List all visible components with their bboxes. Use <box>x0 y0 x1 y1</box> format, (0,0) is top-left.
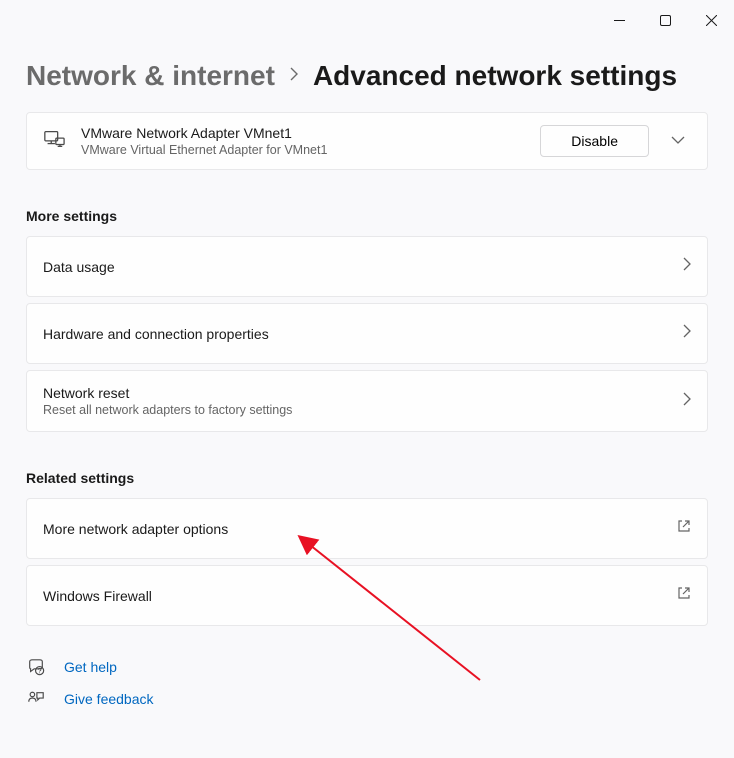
row-data-usage[interactable]: Data usage <box>26 236 708 297</box>
row-label: More network adapter options <box>43 521 661 537</box>
minimize-icon <box>614 15 625 26</box>
chevron-down-icon[interactable] <box>665 132 691 150</box>
maximize-button[interactable] <box>642 8 688 32</box>
row-network-reset[interactable]: Network reset Reset all network adapters… <box>26 370 708 432</box>
chevron-right-icon <box>683 392 691 411</box>
breadcrumb-parent[interactable]: Network & internet <box>26 60 275 92</box>
help-icon <box>26 658 46 676</box>
link-label: Get help <box>64 659 117 675</box>
adapter-text: VMware Network Adapter VMnet1 VMware Vir… <box>81 125 524 157</box>
maximize-icon <box>660 15 671 26</box>
footer-links: Get help Give feedback <box>26 658 708 708</box>
breadcrumb: Network & internet Advanced network sett… <box>26 60 708 92</box>
external-link-icon <box>677 519 691 538</box>
section-more-settings: More settings <box>26 208 708 224</box>
adapter-title: VMware Network Adapter VMnet1 <box>81 125 524 141</box>
chevron-right-icon <box>683 257 691 276</box>
disable-button[interactable]: Disable <box>540 125 649 157</box>
network-adapter-icon <box>43 128 65 155</box>
section-related-settings: Related settings <box>26 470 708 486</box>
chevron-right-icon <box>289 67 299 86</box>
adapter-row[interactable]: VMware Network Adapter VMnet1 VMware Vir… <box>26 112 708 170</box>
chevron-right-icon <box>683 324 691 343</box>
row-texts: Network reset Reset all network adapters… <box>43 385 667 417</box>
adapter-subtitle: VMware Virtual Ethernet Adapter for VMne… <box>81 143 524 157</box>
row-label: Hardware and connection properties <box>43 326 667 342</box>
row-more-adapter-options[interactable]: More network adapter options <box>26 498 708 559</box>
window-titlebar <box>0 0 734 40</box>
get-help-link[interactable]: Get help <box>26 658 708 676</box>
row-sublabel: Reset all network adapters to factory se… <box>43 403 667 417</box>
row-label: Data usage <box>43 259 667 275</box>
row-hardware-properties[interactable]: Hardware and connection properties <box>26 303 708 364</box>
feedback-icon <box>26 690 46 708</box>
row-label: Network reset <box>43 385 667 401</box>
link-label: Give feedback <box>64 691 154 707</box>
close-button[interactable] <box>688 8 734 32</box>
close-icon <box>706 15 717 26</box>
minimize-button[interactable] <box>596 8 642 32</box>
row-label: Windows Firewall <box>43 588 661 604</box>
page-title: Advanced network settings <box>313 60 677 92</box>
give-feedback-link[interactable]: Give feedback <box>26 690 708 708</box>
row-windows-firewall[interactable]: Windows Firewall <box>26 565 708 626</box>
external-link-icon <box>677 586 691 605</box>
